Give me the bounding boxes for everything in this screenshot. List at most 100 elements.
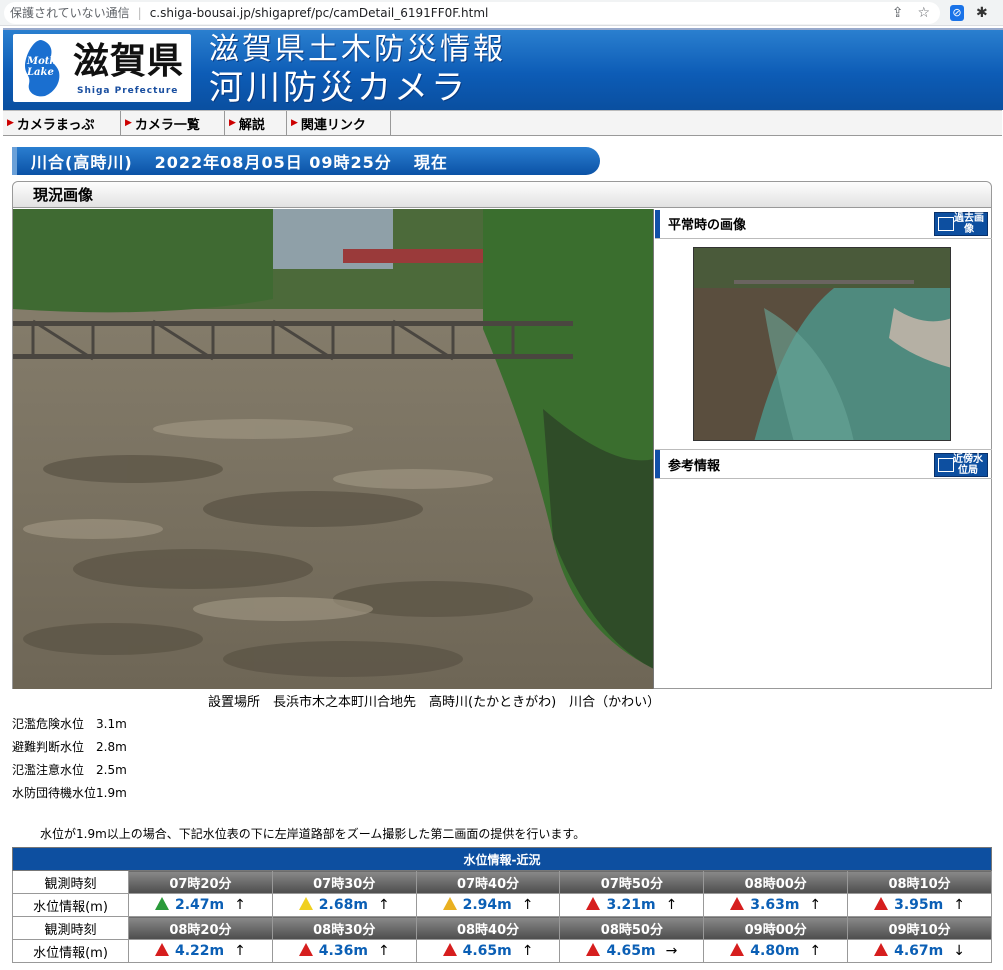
logo-lake-text: Mother Lake — [27, 56, 69, 78]
level-triangle-icon — [298, 897, 313, 910]
water-level-cell: 4.65m → — [559, 939, 705, 963]
observation-time-cell: 08時40分 — [415, 916, 561, 940]
water-level-cell: 4.22m ↑ — [128, 939, 273, 963]
water-level-value: 4.80m — [750, 943, 800, 959]
water-level-cell: 3.21m ↑ — [559, 893, 705, 917]
water-level-value: 2.68m — [318, 897, 368, 913]
nearby-station-icon — [938, 458, 954, 472]
pref-name-en: Shiga Prefecture — [77, 86, 179, 96]
trend-arrow-icon: ↑ — [809, 943, 822, 959]
menu-camera-list[interactable]: ▶ カメラ一覧 — [121, 111, 225, 135]
observation-time-cell: 07時30分 — [271, 870, 417, 894]
extensions-puzzle-icon[interactable]: ✱ — [976, 5, 988, 21]
second-screen-note: 水位が1.9m以上の場合、下記水位表の下に左岸道路部をズーム撮影した第二画面の提… — [40, 827, 586, 841]
level-triangle-icon — [154, 897, 169, 910]
security-warning[interactable]: 保護されていない通信 — [10, 4, 130, 21]
site-title: 滋賀県土木防災情報 — [209, 32, 506, 67]
water-level-thresholds: 氾濫危険水位 3.1m 避難判断水位 2.8m 氾濫注意水位 2.5m 水防団待… — [12, 713, 127, 805]
water-level-cell: 2.47m ↑ — [128, 893, 273, 917]
current-suffix: 現在 — [413, 153, 448, 172]
time-row: 観測時刻 08時20分 08時30分 08時40分 08時50分 09時00分 09時10分 — [12, 916, 992, 940]
observation-time-cell: 08時30分 — [271, 916, 417, 940]
url-text[interactable]: c.shiga-bousai.jp/shigapref/pc/camDetail… — [150, 6, 489, 20]
value-row: 水位情報(m) 2.47m ↑ 2.68m ↑ 2.94m ↑ 3.21m ↑ 3.63m ↑ 3.9… — [12, 893, 992, 917]
value-row: 水位情報(m) 4.22m ↑ 4.36m ↑ 4.65m ↑ 4.65m → 4.80m ↑ 4.6… — [12, 939, 992, 963]
normal-river-image — [694, 248, 950, 440]
observation-time-cell: 08時10分 — [847, 870, 992, 894]
water-table-caption: 水位情報-近況 — [12, 847, 992, 871]
trend-arrow-icon: ↑ — [665, 897, 678, 913]
past-image-icon — [938, 217, 954, 231]
value-row-label: 水位情報(m) — [12, 893, 129, 917]
trend-arrow-icon: ↓ — [953, 943, 965, 959]
flooded-river-image — [13, 209, 653, 689]
water-level-value: 4.65m — [606, 943, 656, 959]
menu-related-links[interactable]: ▶ 関連リンク — [287, 111, 391, 135]
extension-shield-icon[interactable]: ⊘ — [950, 4, 964, 21]
nearby-station-button[interactable]: 近傍水位局 — [934, 453, 988, 477]
water-level-cell: 4.67m ↓ — [847, 939, 992, 963]
shiga-logo[interactable]: Mother Lake 滋賀県 Shiga Prefecture — [13, 34, 191, 102]
water-level-cell: 3.95m ↑ — [847, 893, 992, 917]
site-subtitle: 河川防災カメラ — [209, 68, 468, 108]
water-level-cell: 4.36m ↑ — [271, 939, 417, 963]
water-level-cell: 4.65m ↑ — [415, 939, 561, 963]
menu-triangle-icon: ▶ — [291, 118, 298, 128]
trend-arrow-icon: ↑ — [377, 943, 390, 959]
water-level-cell: 3.63m ↑ — [703, 893, 849, 917]
menu-camera-map[interactable]: ▶ カメラまっぷ — [3, 111, 121, 135]
trend-arrow-icon: ↑ — [809, 897, 822, 913]
observation-time-cell: 07時20分 — [128, 870, 273, 894]
reference-info-header: 参考情報 近傍水位局 — [655, 449, 992, 479]
trend-arrow-icon: ↑ — [521, 897, 534, 913]
current-image-heading: 現況画像 — [13, 182, 991, 208]
trend-arrow-icon: ↑ — [377, 897, 390, 913]
level-triangle-icon — [298, 943, 313, 956]
observation-time-cell: 07時50分 — [559, 870, 705, 894]
water-level-value: 4.65m — [462, 943, 512, 959]
level-triangle-icon — [730, 943, 745, 956]
heading-bar — [655, 209, 660, 238]
time-row-label: 観測時刻 — [12, 916, 129, 940]
water-level-cell: 2.94m ↑ — [415, 893, 561, 917]
url-separator: | — [137, 5, 142, 20]
trend-arrow-icon: ↑ — [234, 897, 246, 913]
menu-explanation[interactable]: ▶ 解説 — [225, 111, 287, 135]
past-images-button[interactable]: 過去画像 — [934, 212, 988, 236]
menu-triangle-icon: ▶ — [125, 118, 132, 128]
reference-info-heading: 参考情報 — [668, 458, 721, 474]
address-bar[interactable]: 保護されていない通信 | c.shiga-bousai.jp/shigapref… — [4, 1, 940, 24]
bookmark-star-icon[interactable]: ☆ — [917, 5, 930, 21]
level-triangle-icon — [730, 897, 745, 910]
live-camera-image[interactable] — [13, 209, 654, 689]
site-header: Mother Lake 滋賀県 Shiga Prefecture 滋賀県土木防災… — [3, 28, 1003, 110]
nearby-station-label: 近傍水位局 — [953, 454, 983, 476]
water-level-value: 4.67m — [894, 943, 944, 959]
station-name: 川合(高時川) — [31, 153, 133, 172]
level-triangle-icon — [874, 943, 889, 956]
observation-time-cell: 09時10分 — [847, 916, 992, 940]
browser-toolbar: 保護されていない通信 | c.shiga-bousai.jp/shigapref… — [0, 0, 1003, 26]
level-triangle-icon — [442, 897, 457, 910]
observation-datetime: 2022年08月05日 09時25分 — [154, 153, 392, 172]
level-triangle-icon — [586, 897, 601, 910]
normal-camera-image[interactable] — [693, 247, 951, 441]
menu-triangle-icon: ▶ — [229, 118, 236, 128]
water-level-value: 3.21m — [606, 897, 656, 913]
trend-arrow-icon: ↑ — [234, 943, 246, 959]
past-images-label: 過去画像 — [954, 213, 984, 235]
menu-triangle-icon: ▶ — [7, 118, 14, 128]
level-caution: 氾濫注意水位 2.5m — [12, 763, 127, 777]
observation-time-cell: 08時00分 — [703, 870, 849, 894]
share-icon[interactable]: ⇪ — [892, 5, 904, 21]
observation-time-cell: 07時40分 — [415, 870, 561, 894]
level-triangle-icon — [442, 943, 457, 956]
level-evacuation: 避難判断水位 2.8m — [12, 740, 127, 754]
level-danger: 氾濫危険水位 3.1m — [12, 717, 127, 731]
water-level-value: 3.63m — [750, 897, 800, 913]
observation-time-cell: 09時00分 — [703, 916, 849, 940]
trend-arrow-icon: ↑ — [953, 897, 965, 913]
observation-time-cell: 08時20分 — [128, 916, 273, 940]
water-level-cell: 2.68m ↑ — [271, 893, 417, 917]
level-standby: 水防団待機水位1.9m — [12, 786, 127, 800]
